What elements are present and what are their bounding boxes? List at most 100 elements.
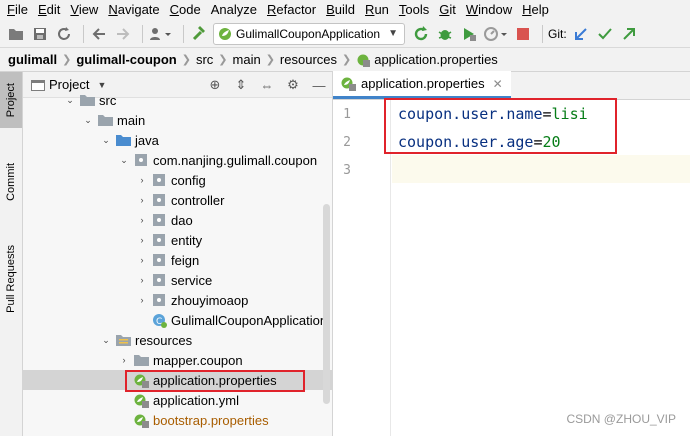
tool-window-commit[interactable]: Commit — [0, 152, 22, 212]
chevron-down-icon: ⌄ — [102, 134, 110, 145]
tree-item-zhouyimoaop[interactable]: › zhouyimoaop — [23, 290, 332, 310]
chevron-right-icon: ❯ — [218, 54, 228, 66]
breadcrumb-item[interactable]: main — [233, 52, 261, 67]
menu-build[interactable]: Build — [321, 0, 360, 20]
toolbar-separator — [183, 24, 184, 43]
tree-item-application-class[interactable]: C GulimallCouponApplication — [23, 310, 332, 330]
toolbar-separator — [142, 24, 143, 43]
code-line[interactable]: coupon.user.age=20 — [398, 128, 561, 156]
project-tool-window: Project ▼ ⊕ ⇕ ⇔ ⚙ — ⌄ src ⌄ main ⌄ java — [23, 72, 333, 436]
chevron-right-icon: › — [140, 255, 144, 265]
spring-config-icon — [133, 412, 149, 428]
breadcrumb-item[interactable]: resources — [280, 52, 337, 67]
resources-folder-icon — [115, 332, 131, 348]
sync-icon[interactable] — [54, 24, 74, 44]
debug-bug-icon[interactable] — [435, 24, 455, 44]
user-dropdown-icon[interactable] — [148, 24, 174, 44]
chevron-down-icon: ⌄ — [66, 94, 74, 105]
tree-item-label: java — [135, 132, 159, 148]
property-value: 20 — [542, 133, 561, 151]
git-commit-check-icon[interactable] — [595, 24, 615, 44]
tree-item-label: controller — [171, 192, 225, 208]
menu-edit[interactable]: Edit — [33, 0, 65, 20]
tree-item-entity[interactable]: › entity — [23, 230, 332, 250]
tab-application-properties[interactable]: application.properties ✕ — [333, 71, 511, 99]
package-icon — [151, 292, 167, 308]
folder-icon — [133, 352, 149, 368]
back-arrow-icon[interactable] — [89, 24, 109, 44]
tree-item-src[interactable]: ⌄ src — [23, 90, 332, 110]
spring-class-icon: C — [151, 312, 167, 328]
tool-window-pull-requests[interactable]: Pull Requests — [0, 232, 22, 326]
breadcrumb-item[interactable]: application.properties — [356, 52, 498, 67]
close-icon[interactable]: ✕ — [493, 77, 503, 91]
run-with-coverage-icon[interactable] — [459, 24, 479, 44]
save-all-icon[interactable] — [30, 24, 50, 44]
tree-item-resources[interactable]: ⌄ resources — [23, 330, 332, 350]
chevron-down-icon[interactable]: ▼ — [97, 80, 106, 90]
package-icon — [151, 252, 167, 268]
menu-tools[interactable]: Tools — [394, 0, 434, 20]
menu-view[interactable]: View — [65, 0, 103, 20]
spring-config-icon — [341, 77, 356, 91]
menu-refactor[interactable]: Refactor — [262, 0, 321, 20]
breadcrumb-item[interactable]: gulimall — [8, 52, 57, 67]
menu-code[interactable]: Code — [165, 0, 206, 20]
package-icon — [133, 152, 149, 168]
main-toolbar: GulimallCouponApplication ▼ Git: — [0, 20, 690, 48]
chevron-right-icon: › — [140, 295, 144, 305]
tree-item-controller[interactable]: › controller — [23, 190, 332, 210]
run-configuration-select[interactable]: GulimallCouponApplication ▼ — [213, 22, 405, 45]
tree-item-config[interactable]: › config — [23, 170, 332, 190]
vertical-scrollbar[interactable] — [323, 204, 330, 404]
tree-item-package-root[interactable]: ⌄ com.nanjing.gulimall.coupon — [23, 150, 332, 170]
tree-item-dao[interactable]: › dao — [23, 210, 332, 230]
chevron-down-icon: ⌄ — [102, 334, 110, 345]
chevron-down-icon: ⌄ — [120, 154, 128, 165]
tree-item-application-yml[interactable]: application.yml — [23, 390, 332, 410]
folder-icon — [79, 92, 95, 108]
forward-arrow-icon[interactable] — [113, 24, 133, 44]
tree-item-main[interactable]: ⌄ main — [23, 110, 332, 130]
git-update-arrow-icon[interactable] — [571, 24, 591, 44]
tree-item-mapper-coupon[interactable]: › mapper.coupon — [23, 350, 332, 370]
menu-window[interactable]: Window — [461, 0, 517, 20]
property-value: lisi — [551, 105, 588, 123]
tree-item-bootstrap-properties[interactable]: bootstrap.properties — [23, 410, 332, 430]
git-push-arrow-icon[interactable] — [619, 24, 639, 44]
menu-git[interactable]: Git — [434, 0, 461, 20]
tree-item-application-properties[interactable]: application.properties — [23, 370, 332, 390]
code-line[interactable]: coupon.user.name=lisi — [398, 100, 588, 128]
tree-item-feign[interactable]: › feign — [23, 250, 332, 270]
stop-icon[interactable] — [513, 24, 533, 44]
package-icon — [151, 232, 167, 248]
property-separator: = — [542, 105, 552, 123]
editor-tab-bar: application.properties ✕ — [333, 71, 690, 100]
menu-bar: File Edit View Navigate Code Analyze Ref… — [0, 0, 690, 20]
chevron-right-icon: › — [140, 175, 144, 185]
tree-item-java[interactable]: ⌄ java — [23, 130, 332, 150]
breadcrumb-item[interactable]: src — [196, 52, 213, 67]
tree-item-service[interactable]: › service — [23, 270, 332, 290]
tree-item-label: com.nanjing.gulimall.coupon — [153, 152, 318, 168]
build-hammer-icon[interactable] — [189, 24, 209, 44]
chevron-right-icon: › — [140, 275, 144, 285]
folder-icon — [97, 112, 113, 128]
tree-item-label: zhouyimoaop — [171, 292, 249, 308]
menu-run[interactable]: Run — [360, 0, 394, 20]
spring-config-icon — [133, 372, 149, 388]
breadcrumb-item[interactable]: gulimall-coupon — [76, 52, 176, 67]
chevron-right-icon: › — [140, 195, 144, 205]
rerun-icon[interactable] — [411, 24, 431, 44]
menu-analyze[interactable]: Analyze — [206, 0, 262, 20]
property-key: coupon.user.name — [398, 105, 543, 123]
chevron-down-icon: ⌄ — [84, 114, 92, 125]
tool-window-project[interactable]: Project — [0, 72, 22, 128]
menu-help[interactable]: Help — [517, 0, 554, 20]
menu-file[interactable]: File — [2, 0, 33, 20]
open-folder-icon[interactable] — [6, 24, 26, 44]
tree-item-label: mapper.coupon — [153, 352, 243, 368]
tree-item-label: main — [117, 112, 146, 128]
profiler-icon[interactable] — [483, 24, 509, 44]
menu-navigate[interactable]: Navigate — [103, 0, 164, 20]
